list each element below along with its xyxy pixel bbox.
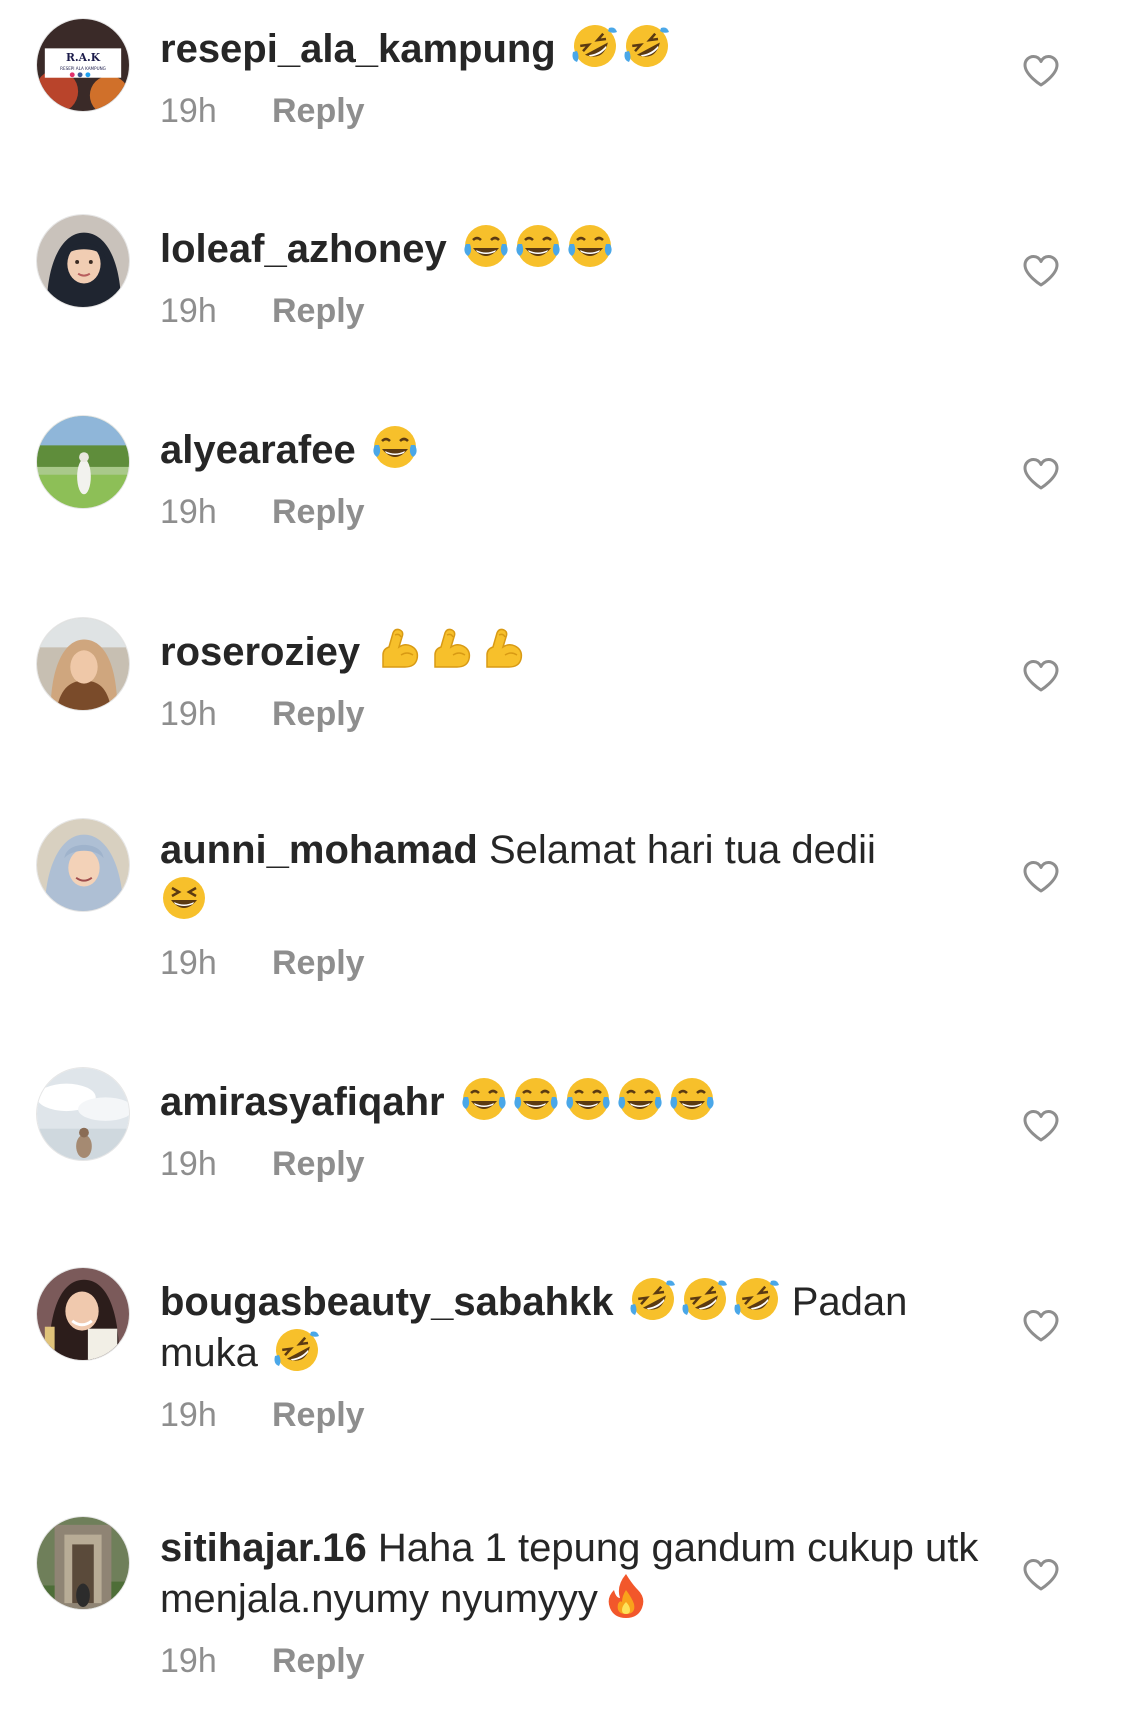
joy-emoji-icon	[460, 1075, 508, 1123]
comment-meta: 19h Reply	[160, 291, 990, 331]
avatar-image	[37, 1068, 129, 1160]
avatar-logo-subtext: RESEPI ALA KAMPUNG	[60, 66, 106, 71]
reply-button[interactable]: Reply	[272, 91, 365, 131]
rofl-emoji-icon	[622, 22, 671, 70]
joy-emoji-icon	[566, 222, 614, 270]
avatar[interactable]	[36, 1267, 130, 1361]
comment-username[interactable]: resepi_ala_kampung	[160, 27, 556, 71]
avatar[interactable]	[36, 214, 130, 308]
comment-text: roseroziey	[160, 625, 990, 676]
reply-button[interactable]: Reply	[272, 1641, 365, 1681]
avatar-image	[37, 618, 129, 710]
comment-meta: 19h Reply	[160, 1641, 990, 1681]
comment-body: bougasbeauty_sabahkk Padan muka 19h Reply	[160, 1275, 990, 1435]
comment-timestamp: 19h	[160, 493, 217, 531]
laughing-emoji-icon	[160, 874, 208, 922]
avatar[interactable]	[36, 617, 130, 711]
muscle-emoji-icon	[479, 625, 527, 673]
joy-emoji-icon	[564, 1075, 612, 1123]
comment-timestamp: 19h	[160, 92, 217, 130]
comment-timestamp: 19h	[160, 695, 217, 733]
avatar-image	[37, 215, 129, 307]
avatar-logo-text: R.A.K	[66, 51, 101, 64]
joy-emoji-icon	[371, 423, 419, 471]
comment-timestamp: 19h	[160, 292, 217, 330]
comment-body: roseroziey 19h Reply	[160, 625, 990, 734]
avatar[interactable]	[36, 415, 130, 509]
joy-emoji-icon	[668, 1075, 716, 1123]
reply-button[interactable]: Reply	[272, 492, 365, 532]
avatar-image	[37, 819, 129, 911]
comment-body: alyearafee 19h Reply	[160, 423, 990, 532]
rofl-emoji-icon	[628, 1275, 677, 1323]
like-heart-icon[interactable]	[1022, 659, 1060, 693]
avatar-image	[37, 1517, 129, 1609]
comment-text: aunni_mohamad Selamat hari tua dedii	[160, 826, 990, 925]
like-heart-icon[interactable]	[1022, 860, 1060, 894]
comment-username[interactable]: sitihajar.16	[160, 1526, 367, 1570]
comment-meta: 19h Reply	[160, 1144, 990, 1184]
rofl-emoji-icon	[680, 1275, 729, 1323]
comment-text: amirasyafiqahr	[160, 1075, 990, 1126]
muscle-emoji-icon	[375, 625, 423, 673]
reply-button[interactable]: Reply	[272, 694, 365, 734]
avatar[interactable]	[36, 1516, 130, 1610]
comment-meta: 19h Reply	[160, 91, 990, 131]
comment-timestamp: 19h	[160, 1642, 217, 1680]
avatar[interactable]	[36, 1067, 130, 1161]
like-heart-icon[interactable]	[1022, 254, 1060, 288]
reply-button[interactable]: Reply	[272, 291, 365, 331]
fire-emoji-icon	[602, 1572, 650, 1620]
like-heart-icon[interactable]	[1022, 457, 1060, 491]
like-heart-icon[interactable]	[1022, 1309, 1060, 1343]
comment-meta: 19h Reply	[160, 492, 990, 532]
rofl-emoji-icon	[272, 1326, 321, 1374]
like-heart-icon[interactable]	[1022, 1558, 1060, 1592]
joy-emoji-icon	[616, 1075, 664, 1123]
rofl-emoji-icon	[732, 1275, 781, 1323]
comment-body: sitihajar.16 Haha 1 tepung gandum cukup …	[160, 1524, 990, 1681]
like-heart-icon[interactable]	[1022, 1109, 1060, 1143]
avatar-image: R.A.K RESEPI ALA KAMPUNG	[37, 19, 129, 111]
comment-timestamp: 19h	[160, 1396, 217, 1434]
comment-body: loleaf_azhoney 19h Reply	[160, 222, 990, 331]
avatar-image	[37, 1268, 129, 1360]
avatar-image	[37, 416, 129, 508]
comment-username[interactable]: aunni_mohamad	[160, 828, 478, 872]
muscle-emoji-icon	[427, 625, 475, 673]
comment-text: loleaf_azhoney	[160, 222, 990, 273]
comment-body: amirasyafiqahr 19h Reply	[160, 1075, 990, 1184]
comment-body: resepi_ala_kampung 19h Reply	[160, 22, 990, 131]
joy-emoji-icon	[462, 222, 510, 270]
avatar[interactable]: R.A.K RESEPI ALA KAMPUNG	[36, 18, 130, 112]
comment-text: alyearafee	[160, 423, 990, 474]
comment-text: resepi_ala_kampung	[160, 22, 990, 73]
comment-username[interactable]: roseroziey	[160, 630, 360, 674]
comment-username[interactable]: bougasbeauty_sabahkk	[160, 1280, 614, 1324]
like-heart-icon[interactable]	[1022, 54, 1060, 88]
joy-emoji-icon	[514, 222, 562, 270]
comment-text: sitihajar.16 Haha 1 tepung gandum cukup …	[160, 1524, 990, 1623]
comment-message: Selamat hari tua dedii	[488, 828, 876, 872]
comment-timestamp: 19h	[160, 944, 217, 982]
comment-username[interactable]: alyearafee	[160, 428, 356, 472]
reply-button[interactable]: Reply	[272, 1144, 365, 1184]
comment-body: aunni_mohamad Selamat hari tua dedii 19h…	[160, 826, 990, 983]
avatar[interactable]	[36, 818, 130, 912]
comment-username[interactable]: amirasyafiqahr	[160, 1080, 445, 1124]
comment-meta: 19h Reply	[160, 694, 990, 734]
reply-button[interactable]: Reply	[272, 943, 365, 983]
comment-username[interactable]: loleaf_azhoney	[160, 227, 447, 271]
comment-meta: 19h Reply	[160, 943, 990, 983]
reply-button[interactable]: Reply	[272, 1395, 365, 1435]
comment-meta: 19h Reply	[160, 1395, 990, 1435]
comment-text: bougasbeauty_sabahkk Padan muka	[160, 1275, 990, 1377]
rofl-emoji-icon	[570, 22, 619, 70]
joy-emoji-icon	[512, 1075, 560, 1123]
comment-timestamp: 19h	[160, 1145, 217, 1183]
